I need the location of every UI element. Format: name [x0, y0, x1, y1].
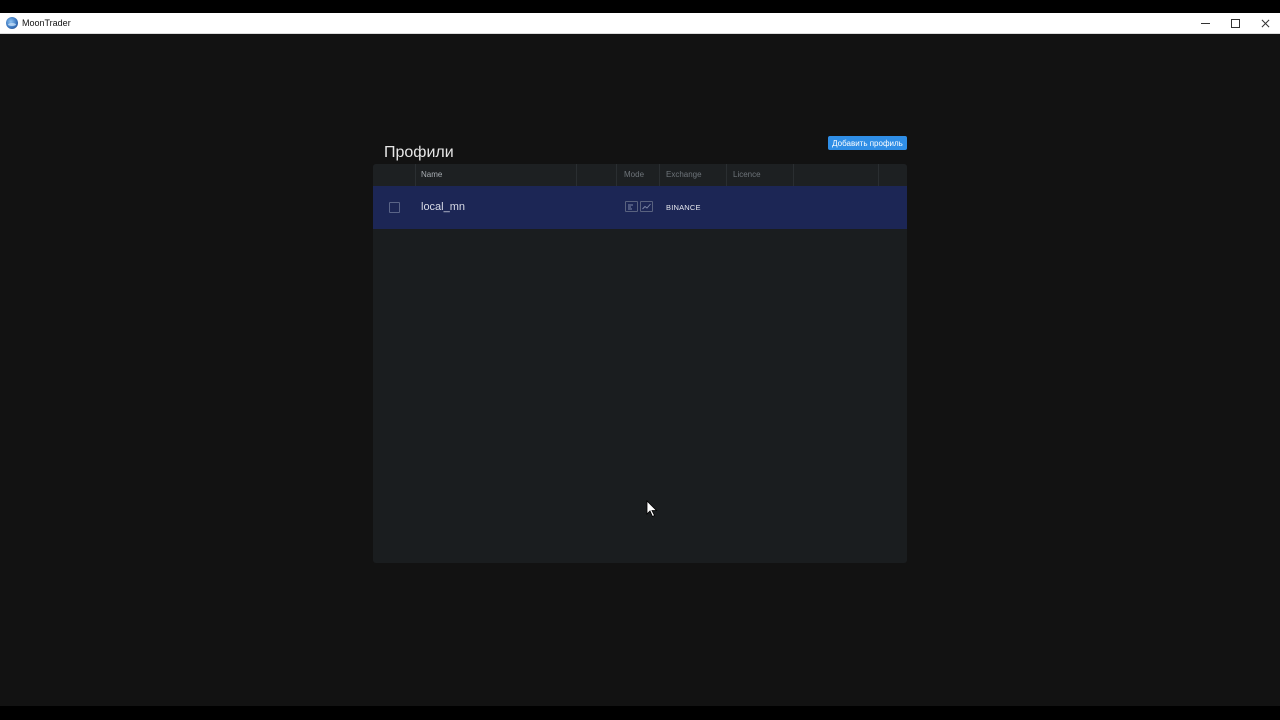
close-icon — [1261, 19, 1269, 27]
window-title: MoonTrader — [22, 18, 71, 28]
minimize-icon — [1200, 22, 1210, 24]
close-button[interactable] — [1250, 13, 1280, 33]
profile-name: local_mn — [421, 201, 466, 213]
column-header-mode[interactable]: Mode — [624, 164, 644, 186]
mouse-cursor-icon — [646, 500, 658, 518]
table-header: Name Mode Exchange Licence — [373, 164, 907, 187]
column-separator[interactable] — [415, 164, 416, 186]
maximize-icon — [1230, 18, 1240, 28]
screen-bottom-strip — [0, 706, 1280, 720]
column-separator[interactable] — [576, 164, 577, 186]
terminal-icon — [625, 201, 638, 212]
row-checkbox[interactable] — [389, 202, 400, 213]
column-separator[interactable] — [793, 164, 794, 186]
table-row[interactable]: local_mn BINANCE — [373, 186, 907, 229]
chart-icon — [640, 201, 653, 212]
moon-logo-icon — [6, 17, 18, 29]
add-profile-button[interactable]: Добавить профиль — [828, 136, 907, 150]
column-separator[interactable] — [659, 164, 660, 186]
column-header-name[interactable]: Name — [421, 164, 442, 186]
exchange-cell: BINANCE — [666, 203, 701, 212]
column-header-exchange[interactable]: Exchange — [666, 164, 702, 186]
page-title: Профили — [384, 143, 454, 161]
column-separator[interactable] — [726, 164, 727, 186]
window-controls — [1190, 13, 1280, 33]
minimize-button[interactable] — [1190, 13, 1220, 33]
maximize-button[interactable] — [1220, 13, 1250, 33]
screen-top-strip — [0, 0, 1280, 13]
window-titlebar[interactable]: MoonTrader — [0, 13, 1280, 34]
profiles-table: Name Mode Exchange Licence local_mn BINA… — [373, 164, 907, 563]
column-header-licence[interactable]: Licence — [733, 164, 761, 186]
column-separator[interactable] — [878, 164, 879, 186]
column-separator[interactable] — [616, 164, 617, 186]
mode-icons — [625, 201, 653, 212]
